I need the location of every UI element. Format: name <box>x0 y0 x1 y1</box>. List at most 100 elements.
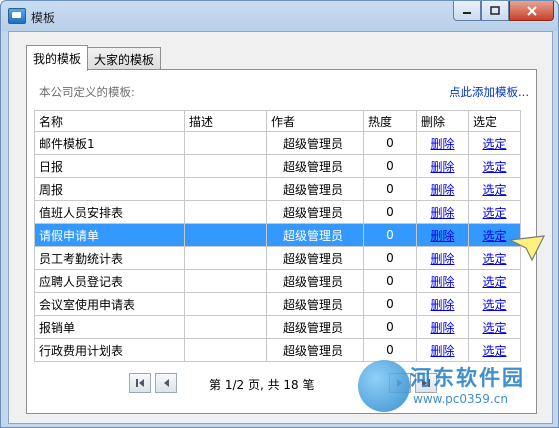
section-label: 本公司定义的模板: <box>39 85 135 99</box>
delete-link[interactable]: 删除 <box>430 321 454 335</box>
cell-delete: 删除 <box>416 154 469 178</box>
cell-description <box>184 154 267 178</box>
cell-heat: 0 <box>363 338 417 362</box>
table-row[interactable]: 周报 超级管理员 0 删除 选定 <box>34 177 521 201</box>
cell-name: 邮件模板1 <box>34 131 185 155</box>
add-template-link[interactable]: 点此添加模板... <box>449 84 529 100</box>
minimize-button[interactable] <box>453 1 481 21</box>
column-header-description[interactable]: 描述 <box>184 110 267 132</box>
select-link[interactable]: 选定 <box>482 160 506 174</box>
cell-delete: 删除 <box>416 246 469 270</box>
cell-author: 超级管理员 <box>266 338 364 362</box>
cell-author: 超级管理员 <box>266 154 364 178</box>
cell-description <box>184 200 267 224</box>
tab-label: 大家的模板 <box>94 52 155 67</box>
last-page-button[interactable] <box>415 373 437 393</box>
cell-select: 选定 <box>468 177 521 201</box>
next-page-icon <box>397 379 402 387</box>
cell-select: 选定 <box>468 131 521 155</box>
select-link[interactable]: 选定 <box>482 252 506 266</box>
table-row[interactable]: 日报 超级管理员 0 删除 选定 <box>34 154 521 178</box>
table-row[interactable]: 邮件模板1 超级管理员 0 删除 选定 <box>34 131 521 155</box>
cell-heat: 0 <box>363 292 417 316</box>
cell-author: 超级管理员 <box>266 200 364 224</box>
cell-select: 选定 <box>468 338 521 362</box>
table-header-row: 名称 描述 作者 热度 删除 选定 <box>34 110 521 132</box>
cell-name: 请假申请单 <box>34 223 185 247</box>
delete-link[interactable]: 删除 <box>430 160 454 174</box>
table-row[interactable]: 行政费用计划表 超级管理员 0 删除 选定 <box>34 338 521 362</box>
table-row[interactable]: 会议室使用申请表 超级管理员 0 删除 选定 <box>34 292 521 316</box>
table-row[interactable]: 报销单 超级管理员 0 删除 选定 <box>34 315 521 339</box>
cell-heat: 0 <box>363 269 417 293</box>
table-row[interactable]: 值班人员安排表 超级管理员 0 删除 选定 <box>34 200 521 224</box>
delete-link[interactable]: 删除 <box>430 183 454 197</box>
table-row[interactable]: 员工考勤统计表 超级管理员 0 删除 选定 <box>34 246 521 270</box>
delete-link[interactable]: 删除 <box>430 298 454 312</box>
first-page-icon <box>136 379 144 387</box>
template-window: 模板 我的模板 大家的模板 本公司定义的模板: 点此添加模板... 名称 描述 … <box>0 0 559 428</box>
cell-select: 选定 <box>468 200 521 224</box>
cell-delete: 删除 <box>416 200 469 224</box>
cell-heat: 0 <box>363 131 417 155</box>
close-button[interactable] <box>509 1 554 21</box>
tab-my-templates[interactable]: 我的模板 <box>26 45 89 71</box>
select-link[interactable]: 选定 <box>482 275 506 289</box>
column-header-select[interactable]: 选定 <box>468 110 521 132</box>
cell-heat: 0 <box>363 200 417 224</box>
table-row[interactable]: 应聘人员登记表 超级管理员 0 删除 选定 <box>34 269 521 293</box>
select-link[interactable]: 选定 <box>482 344 506 358</box>
cell-heat: 0 <box>363 154 417 178</box>
table-row-selected[interactable]: 请假申请单 超级管理员 0 删除 选定 <box>34 223 521 247</box>
cell-description <box>184 292 267 316</box>
maximize-button[interactable] <box>481 1 509 21</box>
first-page-button[interactable] <box>129 373 151 393</box>
cell-heat: 0 <box>363 177 417 201</box>
tab-panel: 本公司定义的模板: 点此添加模板... 名称 描述 作者 热度 删除 选定 邮件… <box>26 69 537 414</box>
cell-delete: 删除 <box>416 177 469 201</box>
cell-delete: 删除 <box>416 131 469 155</box>
cell-select: 选定 <box>468 269 521 293</box>
delete-link[interactable]: 删除 <box>430 344 454 358</box>
prev-page-icon <box>164 379 169 387</box>
delete-link[interactable]: 删除 <box>430 137 454 151</box>
cell-delete: 删除 <box>416 269 469 293</box>
close-icon <box>526 5 537 16</box>
cell-name: 值班人员安排表 <box>34 200 185 224</box>
select-link[interactable]: 选定 <box>482 206 506 220</box>
cell-description <box>184 338 267 362</box>
next-page-button[interactable] <box>389 373 411 393</box>
cell-name: 报销单 <box>34 315 185 339</box>
select-link[interactable]: 选定 <box>482 137 506 151</box>
select-link[interactable]: 选定 <box>482 298 506 312</box>
select-link[interactable]: 选定 <box>482 229 506 243</box>
cell-heat: 0 <box>363 246 417 270</box>
column-header-heat[interactable]: 热度 <box>363 110 417 132</box>
window-title: 模板 <box>31 11 56 25</box>
tab-everyone-templates[interactable]: 大家的模板 <box>87 47 162 70</box>
column-header-author[interactable]: 作者 <box>266 110 364 132</box>
cell-name: 会议室使用申请表 <box>34 292 185 316</box>
cell-author: 超级管理员 <box>266 315 364 339</box>
minimize-icon <box>463 11 471 14</box>
cell-delete: 删除 <box>416 315 469 339</box>
cell-delete: 删除 <box>416 292 469 316</box>
delete-link[interactable]: 删除 <box>430 229 454 243</box>
cell-description <box>184 246 267 270</box>
pager: 第 1/2 页, 共 18 笔 <box>121 373 481 395</box>
select-link[interactable]: 选定 <box>482 183 506 197</box>
cell-select: 选定 <box>468 292 521 316</box>
column-header-name[interactable]: 名称 <box>34 110 185 132</box>
cell-author: 超级管理员 <box>266 223 364 247</box>
title-bar[interactable]: 模板 <box>1 1 558 31</box>
pointer-cursor-icon <box>508 235 546 262</box>
column-header-delete[interactable]: 删除 <box>416 110 469 132</box>
cell-description <box>184 177 267 201</box>
prev-page-button[interactable] <box>155 373 177 393</box>
delete-link[interactable]: 删除 <box>430 206 454 220</box>
select-link[interactable]: 选定 <box>482 321 506 335</box>
app-icon <box>8 8 26 24</box>
delete-link[interactable]: 删除 <box>430 275 454 289</box>
delete-link[interactable]: 删除 <box>430 252 454 266</box>
cell-delete: 删除 <box>416 338 469 362</box>
